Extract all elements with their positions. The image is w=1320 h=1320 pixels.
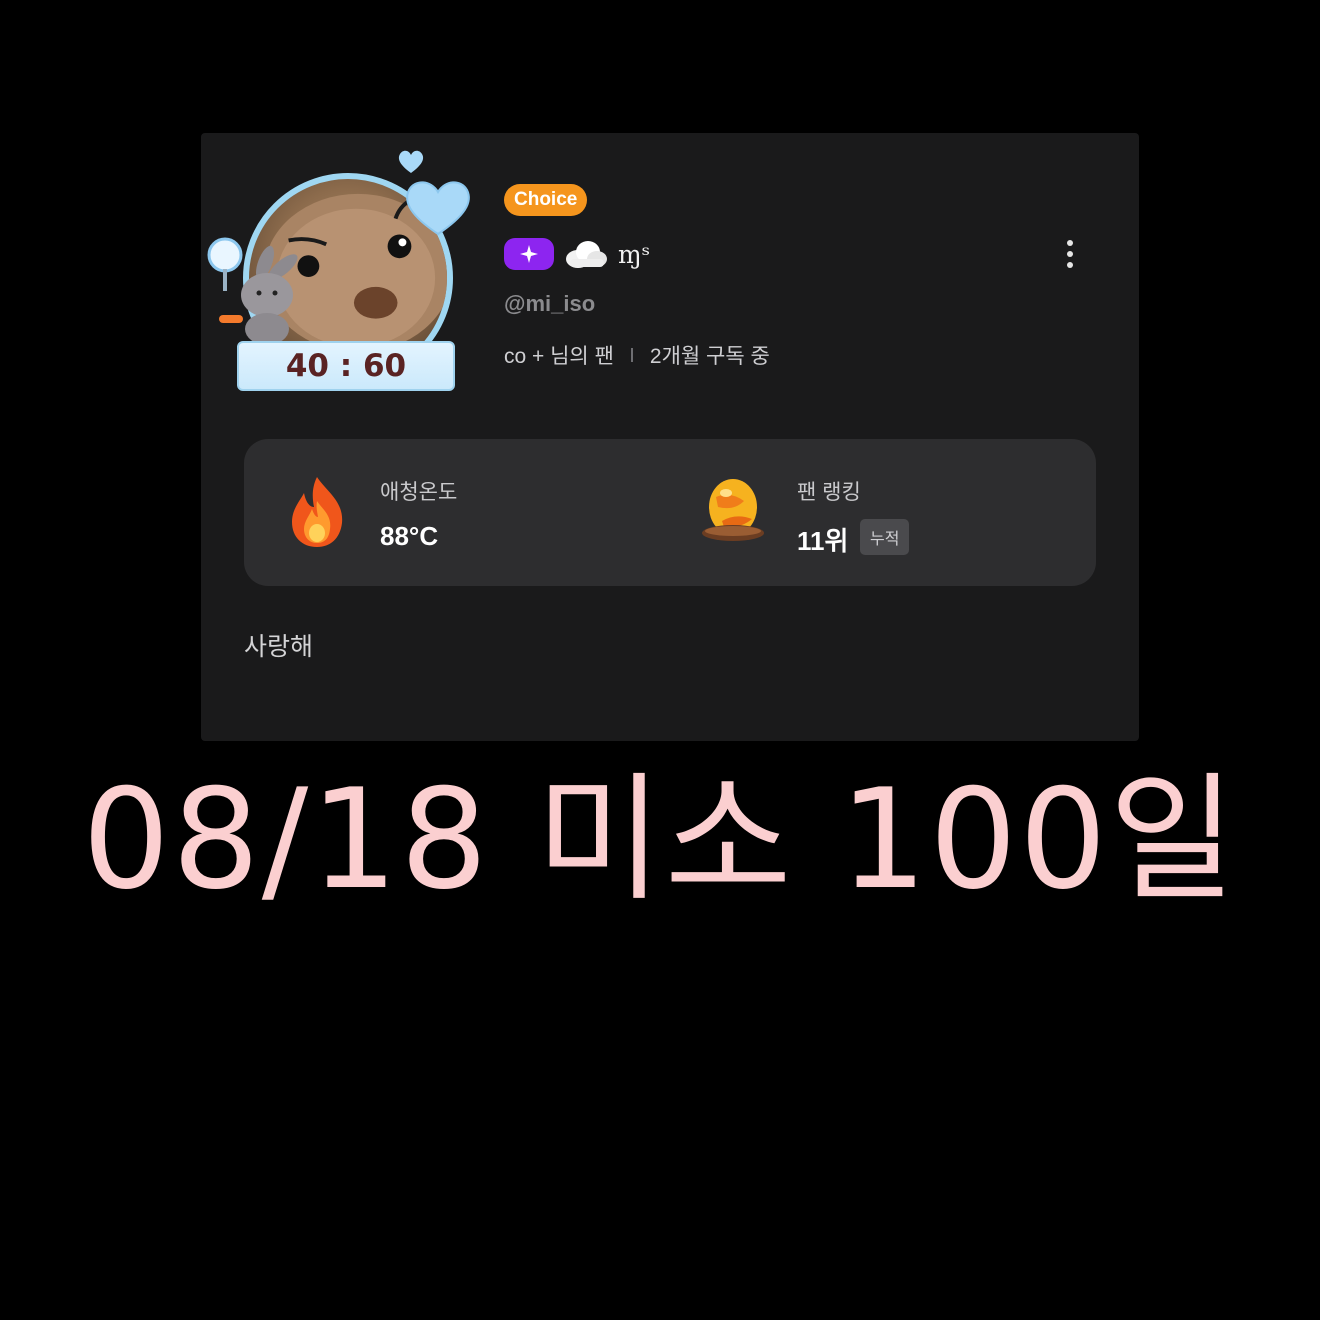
caption-text: 08/18 미소 100일 (82, 759, 1238, 920)
profile-card: 40 : 60 Choice ɱˢ @mi_iso co + 님의 팬 2개월 … (201, 133, 1139, 741)
temperature-label: 애청온도 (380, 481, 458, 504)
nickname: ɱˢ (618, 239, 651, 269)
ranking-label: 팬 랭킹 (797, 481, 861, 504)
more-vertical-icon (1067, 240, 1073, 268)
heart-icon (406, 181, 470, 236)
fire-icon (292, 477, 343, 547)
subscriber-badge (504, 238, 554, 270)
temperature-value: 88°C (380, 521, 439, 551)
divider (630, 348, 633, 362)
small-heart-icon (398, 150, 424, 173)
badge-row: ɱˢ (504, 237, 650, 271)
sparkle-icon (520, 245, 538, 263)
score-badge: 40 : 60 (237, 341, 455, 391)
choice-badge: Choice (504, 184, 588, 216)
more-button[interactable] (1057, 237, 1083, 271)
fan-of-text: co + 님의 팬 (504, 345, 614, 368)
stats-panel: 애청온도 88°C 팬 랭킹 11위 누적 (244, 439, 1096, 586)
ranking-tag: 누적 (860, 519, 910, 555)
avatar[interactable]: 40 : 60 (201, 133, 501, 433)
egg-nest-icon (702, 479, 764, 541)
cloud-icon (564, 239, 608, 269)
user-handle: @mi_iso (504, 291, 596, 316)
subscription-text: 2개월 구독 중 (649, 345, 770, 368)
bunny-sticker-icon (207, 237, 298, 345)
ranking-value: 11위 (797, 526, 849, 556)
fan-message: 사랑해 (244, 633, 314, 661)
fan-info: co + 님의 팬 2개월 구독 중 (504, 340, 770, 370)
